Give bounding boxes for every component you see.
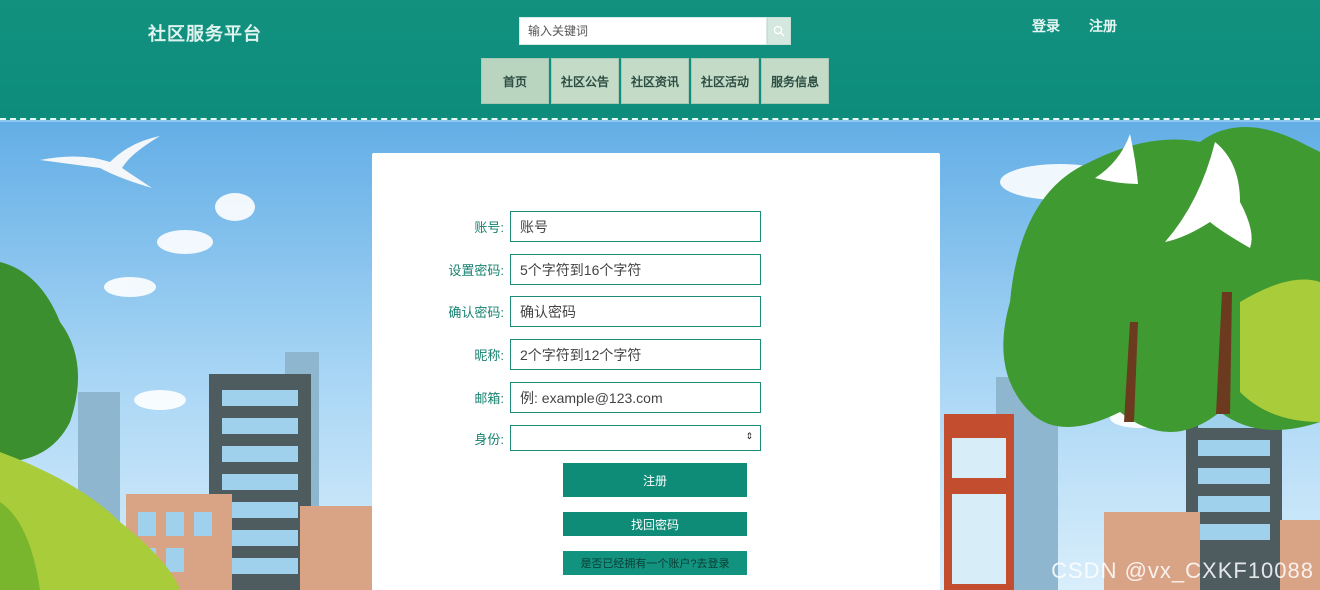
nav-announcements[interactable]: 社区公告 <box>551 58 619 104</box>
confirm-password-label: 确认密码: <box>448 305 504 320</box>
nav-news[interactable]: 社区资讯 <box>621 58 689 104</box>
account-input[interactable] <box>510 211 761 242</box>
nickname-input[interactable] <box>510 339 761 370</box>
site-logo[interactable]: 社区服务平台 <box>148 20 262 46</box>
watermark: CSDN @vx_CXKF10088 <box>1051 558 1314 583</box>
role-row: 身份: ⇕ <box>372 425 761 451</box>
nav-activities[interactable]: 社区活动 <box>691 58 759 104</box>
password-label: 设置密码: <box>448 263 504 278</box>
nav-services[interactable]: 服务信息 <box>761 58 829 104</box>
register-button[interactable]: 注册 <box>563 463 747 497</box>
recover-password-button[interactable]: 找回密码 <box>563 512 747 536</box>
password-input[interactable] <box>510 254 761 285</box>
login-link[interactable]: 登录 <box>1032 16 1060 36</box>
search-bar <box>519 17 791 45</box>
role-select-wrap: ⇕ <box>510 425 761 451</box>
register-card: 账号: 设置密码: 确认密码: 昵称: 邮箱: 身份: ⇕ 注册 找回密码 是否… <box>372 153 940 590</box>
password-row: 设置密码: <box>372 254 761 285</box>
account-label: 账号: <box>474 220 504 235</box>
role-select[interactable] <box>510 425 761 451</box>
confirm-password-input[interactable] <box>510 296 761 327</box>
register-link[interactable]: 注册 <box>1089 16 1117 36</box>
account-row: 账号: <box>372 211 761 242</box>
search-icon <box>773 25 785 37</box>
email-input[interactable] <box>510 382 761 413</box>
nickname-label: 昵称: <box>474 348 504 363</box>
nav-home[interactable]: 首页 <box>481 58 549 104</box>
role-label: 身份: <box>474 431 504 447</box>
nickname-row: 昵称: <box>372 339 761 370</box>
search-input[interactable] <box>519 17 767 45</box>
email-label: 邮箱: <box>474 391 504 406</box>
confirm-password-row: 确认密码: <box>372 296 761 327</box>
search-button[interactable] <box>767 17 791 45</box>
email-row: 邮箱: <box>372 382 761 413</box>
main-nav: 首页 社区公告 社区资讯 社区活动 服务信息 <box>481 58 829 104</box>
go-login-button[interactable]: 是否已经拥有一个账户?去登录 <box>563 551 747 575</box>
site-header: 社区服务平台 登录 注册 首页 社区公告 社区资讯 社区活动 服务信息 <box>0 0 1320 120</box>
